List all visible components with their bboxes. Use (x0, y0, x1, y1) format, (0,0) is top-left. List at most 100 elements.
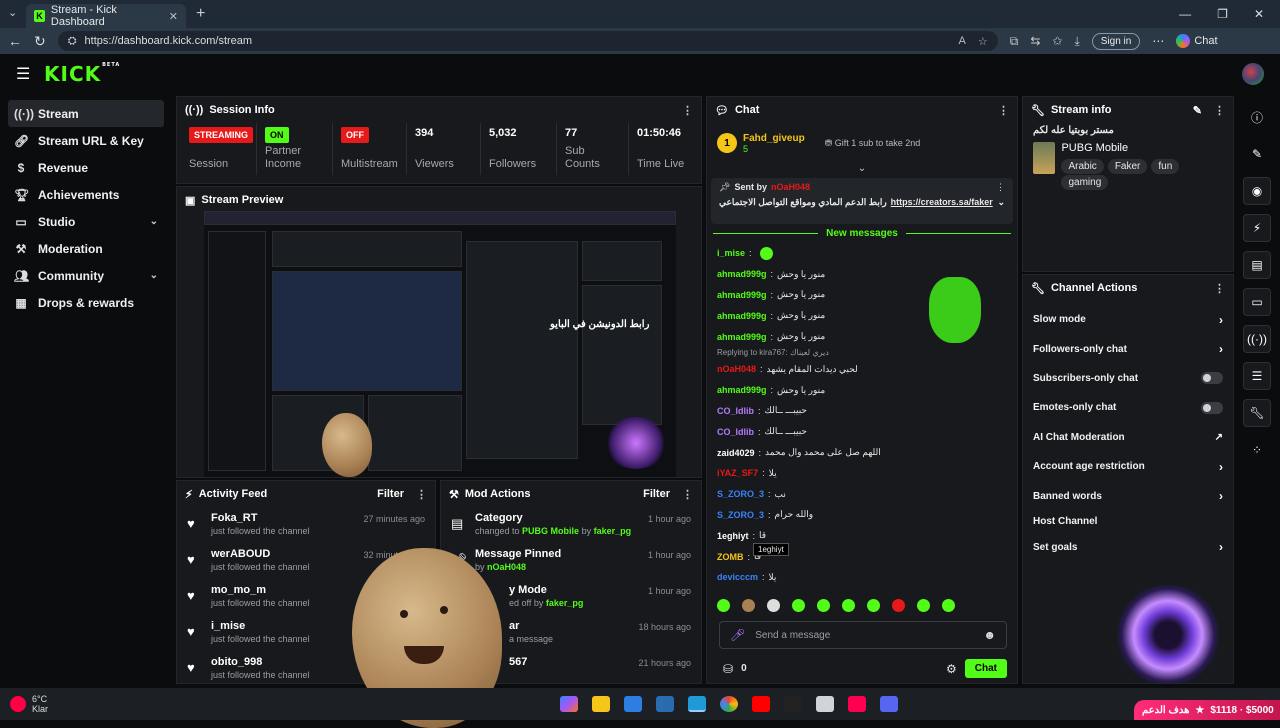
emote-icon[interactable] (867, 599, 880, 612)
kebab-menu-icon[interactable]: ⋮ (682, 488, 693, 501)
document-icon[interactable]: ▤ (1243, 251, 1271, 279)
kick-logo[interactable]: KICKBETA (44, 62, 120, 86)
subscribers-only-toggle[interactable] (1201, 372, 1223, 385)
chat-username[interactable]: S_ZORO_3 (717, 489, 764, 499)
chat-username[interactable]: zaid4029 (717, 448, 755, 458)
more-menu-icon[interactable]: ⋯ (1152, 34, 1164, 48)
read-aloud-icon[interactable]: A (959, 35, 966, 48)
sidebar-item-moderation[interactable]: ⚒ Moderation (8, 235, 164, 262)
store-icon[interactable] (624, 696, 642, 712)
set-goals-item[interactable]: Set goals › (1023, 533, 1233, 562)
chrome-icon[interactable] (720, 696, 738, 712)
downloads-icon[interactable]: ⤓ (1074, 34, 1079, 49)
file-explorer-icon[interactable] (592, 696, 610, 712)
wrench-icon[interactable]: 🔧︎ (1243, 399, 1271, 427)
info-icon[interactable]: ⓘ (1243, 103, 1271, 131)
gifter-name[interactable]: Fahd_giveup (743, 133, 805, 144)
edit-icon[interactable]: ✎ (1243, 140, 1271, 168)
kebab-menu-icon[interactable]: ⋮ (682, 104, 693, 117)
followers-only-item[interactable]: Followers-only chat › (1023, 334, 1233, 363)
emote-icon[interactable] (767, 599, 780, 612)
emotes-only-toggle[interactable] (1201, 401, 1223, 414)
layout-icon[interactable]: ☰ (1243, 362, 1271, 390)
sidebar-item-drops[interactable]: ▦ Drops & rewards (8, 289, 164, 316)
chevron-down-icon[interactable]: ⌄ (997, 197, 1005, 208)
emote-icon[interactable] (842, 599, 855, 612)
copilot-button[interactable]: Chat (1176, 34, 1218, 48)
account-age-item[interactable]: Account age restriction › (1023, 452, 1233, 481)
minimize-icon[interactable]: — (1179, 7, 1191, 21)
favorite-icon[interactable]: ☆ (978, 35, 988, 48)
chat-username[interactable]: ZOMB (717, 552, 744, 562)
sidebar-item-studio[interactable]: ▭ Studio ⌄ (8, 208, 164, 235)
ai-moderation-item[interactable]: AI Chat Moderation ↗ (1023, 423, 1233, 452)
send-chat-button[interactable]: Chat (964, 659, 1007, 678)
youtube-icon[interactable] (752, 696, 770, 712)
chat-icon[interactable]: ▭ (1243, 288, 1271, 316)
discord-icon[interactable] (880, 696, 898, 712)
banned-words-item[interactable]: Banned words › (1023, 481, 1233, 510)
chat-username[interactable]: ahmad999g (717, 385, 767, 395)
slow-mode-item[interactable]: Slow mode › (1023, 305, 1233, 334)
category-name[interactable]: PUBG Mobile (1061, 142, 1223, 154)
chat-username[interactable]: iYAZ_SF7 (717, 468, 758, 478)
chat-username[interactable]: CO_ldlib (717, 427, 754, 437)
follower-name[interactable]: Foka_RT (211, 512, 310, 524)
maximize-icon[interactable]: ❐ (1217, 7, 1228, 21)
back-icon[interactable]: ← (8, 33, 22, 49)
mic-icon[interactable]: 🎤︎ (730, 628, 745, 642)
pinned-link[interactable]: https://creators.sa/faker (891, 197, 993, 208)
sidebar-item-stream-url[interactable]: 🔗︎ Stream URL & Key (8, 127, 164, 154)
apps-icon[interactable]: ⁘ (1243, 436, 1271, 464)
sidebar-item-stream[interactable]: ((·)) Stream (8, 100, 164, 127)
chat-username[interactable]: nOaH048 (717, 364, 756, 374)
gear-icon[interactable]: ⚙ (946, 662, 957, 676)
follower-name[interactable]: obito_998 (211, 656, 310, 668)
chat-username[interactable]: 1eghiyt (717, 531, 749, 541)
tab-list-icon[interactable]: ⌄ (8, 6, 17, 19)
emote-icon[interactable] (917, 599, 930, 612)
stream-preview-video[interactable]: رابط الدونيشن في البايو (204, 211, 676, 477)
emote-icon[interactable] (942, 599, 955, 612)
chat-username[interactable]: ahmad999g (717, 290, 767, 300)
outlook-icon[interactable] (656, 696, 674, 712)
emote-icon[interactable] (742, 599, 755, 612)
edit-icon[interactable]: ✎ (1193, 104, 1202, 117)
app-icon[interactable] (816, 696, 834, 712)
emote-icon[interactable] (817, 599, 830, 612)
chevron-down-icon[interactable]: ⌄ (150, 216, 158, 227)
kebab-menu-icon[interactable]: ⋮ (1214, 282, 1225, 295)
follower-name[interactable]: i_mise (211, 620, 310, 632)
extensions-icon[interactable]: ⧉ (1010, 34, 1019, 49)
sidebar-item-revenue[interactable]: $ Revenue (8, 154, 164, 181)
chat-input[interactable]: 🎤︎ Send a message ☻ (719, 621, 1007, 649)
chat-username[interactable]: ahmad999g (717, 311, 767, 321)
close-window-icon[interactable]: ✕ (1254, 7, 1264, 21)
sidebar-item-community[interactable]: 👥︎ Community ⌄ (8, 262, 164, 289)
edge-icon[interactable] (688, 696, 706, 712)
pinned-user[interactable]: nOaH048 (771, 182, 810, 193)
chat-username[interactable]: ahmad999g (717, 269, 767, 279)
sidebar-item-achievements[interactable]: 🏆︎ Achievements (8, 181, 164, 208)
copilot-app-icon[interactable] (560, 696, 578, 712)
kebab-menu-icon[interactable]: ⋮ (1214, 104, 1225, 117)
collapse-icon[interactable]: ⌄ (707, 163, 1017, 174)
kebab-menu-icon[interactable]: ⋮ (998, 104, 1009, 117)
reload-icon[interactable]: ↻ (34, 33, 46, 50)
host-channel-item[interactable]: Host Channel (1023, 511, 1233, 533)
broadcast-icon[interactable]: ((·)) (1243, 325, 1271, 353)
filter-button[interactable]: Filter (377, 488, 404, 500)
signin-button[interactable]: Sign in (1091, 32, 1141, 50)
chevron-down-icon[interactable]: ⌄ (150, 270, 158, 281)
hamburger-icon[interactable]: ☰ (16, 64, 32, 84)
follower-name[interactable]: werABOUD (211, 548, 310, 560)
points-icon[interactable]: ⛁ (723, 662, 733, 676)
app-icon[interactable] (784, 696, 802, 712)
chat-username[interactable]: devicccm (717, 572, 758, 582)
weather-widget[interactable]: 6°C Klar (10, 694, 48, 714)
follower-name[interactable]: mo_mo_m (211, 584, 310, 596)
emote-icon[interactable] (717, 599, 730, 612)
camera-icon[interactable]: ◉ (1243, 177, 1271, 205)
kebab-menu-icon[interactable]: ⋮ (416, 488, 427, 501)
kebab-menu-icon[interactable]: ⋮ (996, 182, 1005, 193)
